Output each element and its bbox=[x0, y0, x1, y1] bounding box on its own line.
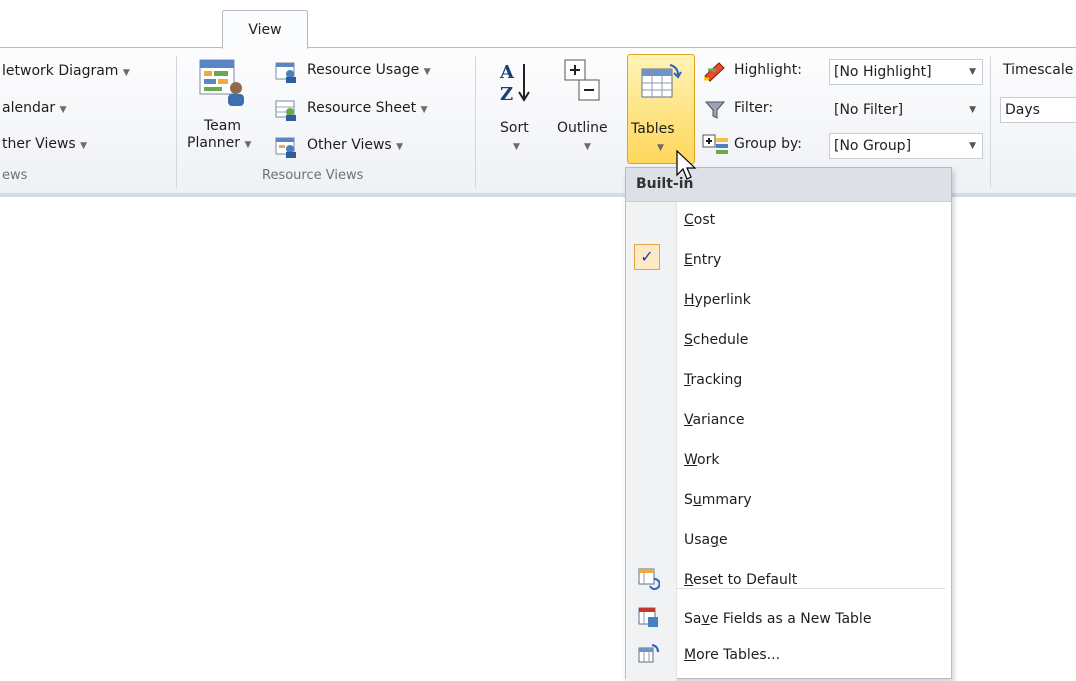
menu-item-cost[interactable]: Cost bbox=[684, 212, 715, 228]
dropdown-arrow-icon: ▼ bbox=[423, 67, 431, 77]
timescale-dropdown[interactable]: Days bbox=[1000, 97, 1076, 123]
menu-item-schedule[interactable]: Schedule bbox=[684, 332, 748, 348]
team-planner-label-line1: Team bbox=[204, 118, 242, 134]
filter-value: [No Filter] bbox=[834, 102, 904, 118]
group-by-dropdown[interactable]: [No Group] ▼ bbox=[829, 133, 983, 159]
other-views-label: ther Views bbox=[2, 136, 76, 152]
more-tables-icon bbox=[638, 644, 659, 663]
mouse-cursor-icon bbox=[676, 150, 697, 180]
menu-item-variance[interactable]: Variance bbox=[684, 412, 745, 428]
highlight-label: Highlight: bbox=[734, 62, 802, 78]
sort-label: Sort bbox=[500, 120, 529, 136]
tables-button[interactable]: Tables ▼ bbox=[627, 54, 695, 164]
group-by-value: [No Group] bbox=[834, 138, 912, 154]
dropdown-arrow-icon: ▼ bbox=[657, 143, 664, 153]
filter-label: Filter: bbox=[734, 100, 774, 116]
dropdown-arrow-icon: ▼ bbox=[513, 142, 520, 152]
calendar-button[interactable]: alendar ▼ bbox=[2, 100, 67, 116]
group-by-icon bbox=[702, 134, 728, 154]
team-planner-button[interactable]: Team Planner ▼ bbox=[187, 56, 262, 166]
menu-section-header: Built-in bbox=[626, 168, 951, 202]
reset-table-icon bbox=[638, 568, 660, 590]
outline-button[interactable]: Outline ▼ bbox=[555, 58, 621, 158]
checkmark-icon: ✓ bbox=[634, 244, 660, 270]
calendar-label: alendar bbox=[2, 100, 56, 116]
menu-item-tracking[interactable]: Tracking bbox=[684, 372, 742, 388]
dropdown-arrow-icon: ▼ bbox=[122, 68, 130, 78]
resource-sheet-icon bbox=[275, 100, 296, 121]
group-separator bbox=[990, 56, 991, 188]
dropdown-arrow-icon: ▼ bbox=[584, 142, 591, 152]
svg-text:A: A bbox=[499, 62, 515, 83]
tab-view[interactable]: View bbox=[222, 10, 308, 49]
group-separator bbox=[176, 56, 177, 188]
menu-item-hyperlink[interactable]: Hyperlink bbox=[684, 292, 751, 308]
highlight-icon bbox=[704, 62, 725, 82]
resource-usage-label: Resource Usage ▼ bbox=[307, 62, 431, 78]
menu-item-entry[interactable]: Entry bbox=[684, 252, 721, 268]
other-views-button[interactable]: ther Views ▼ bbox=[2, 136, 87, 152]
filter-dropdown[interactable]: [No Filter] ▼ bbox=[829, 97, 983, 123]
tables-label: Tables bbox=[631, 121, 675, 137]
save-table-icon bbox=[638, 607, 658, 627]
dropdown-arrow-icon: ▼ bbox=[396, 142, 404, 152]
highlight-dropdown[interactable]: [No Highlight] ▼ bbox=[829, 59, 983, 85]
views-group-label: ews bbox=[2, 168, 28, 183]
timescale-value: Days bbox=[1005, 102, 1040, 118]
timescale-label: Timescale bbox=[1003, 62, 1074, 78]
dropdown-arrow-icon: ▼ bbox=[969, 141, 976, 151]
menu-item-summary[interactable]: Summary bbox=[684, 492, 752, 508]
dropdown-arrow-icon: ▼ bbox=[80, 141, 88, 151]
ribbon-tab-strip bbox=[0, 0, 1076, 48]
menu-item-work[interactable]: Work bbox=[684, 452, 719, 468]
dropdown-arrow-icon: ▼ bbox=[969, 105, 976, 115]
dropdown-arrow-icon: ▼ bbox=[969, 67, 976, 77]
team-planner-label-line2: Planner ▼ bbox=[187, 135, 251, 151]
svg-text:Z: Z bbox=[500, 84, 513, 105]
network-diagram-button[interactable]: letwork Diagram ▼ bbox=[2, 63, 130, 79]
resource-views-group-label: Resource Views bbox=[262, 168, 364, 183]
resource-usage-icon bbox=[275, 62, 296, 83]
team-planner-icon bbox=[199, 59, 244, 106]
group-by-label: Group by: bbox=[734, 136, 802, 152]
dropdown-arrow-icon: ▼ bbox=[59, 105, 67, 115]
network-diagram-label: letwork Diagram bbox=[2, 63, 119, 79]
resource-sheet-label: Resource Sheet ▼ bbox=[307, 100, 428, 116]
dropdown-arrow-icon: ▼ bbox=[420, 105, 428, 115]
menu-item-save-fields-as-new-table[interactable]: Save Fields as a New Table bbox=[626, 607, 951, 639]
menu-item-reset-to-default[interactable]: Reset to Default bbox=[626, 568, 951, 600]
outline-label: Outline bbox=[557, 120, 608, 136]
sort-button[interactable]: A Z Sort ▼ bbox=[494, 58, 540, 158]
outline-icon bbox=[564, 59, 600, 101]
other-views-icon bbox=[275, 137, 296, 158]
sort-az-icon: A Z bbox=[499, 62, 530, 105]
tables-icon bbox=[641, 64, 682, 98]
tables-dropdown-menu: Built-in ✓ Cost Entry Hyperlink Schedule… bbox=[625, 167, 952, 681]
highlight-value: [No Highlight] bbox=[834, 64, 932, 80]
team-planner-label-text: Planner bbox=[187, 135, 241, 151]
group-separator bbox=[475, 56, 476, 188]
menu-item-usage[interactable]: Usage bbox=[684, 532, 728, 548]
resource-other-views-label: Other Views ▼ bbox=[307, 137, 404, 153]
dropdown-arrow-icon: ▼ bbox=[244, 140, 252, 150]
filter-icon bbox=[704, 101, 726, 119]
